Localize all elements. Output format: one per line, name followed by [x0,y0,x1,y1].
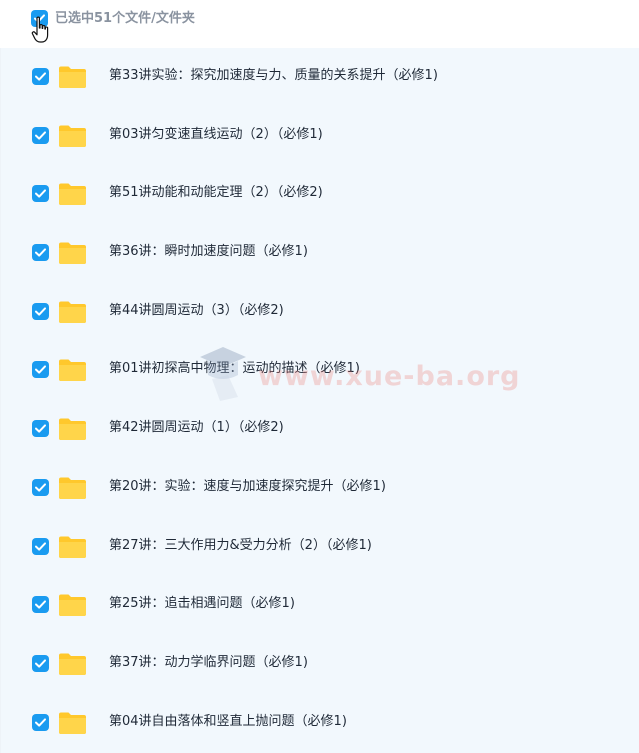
item-name[interactable]: 第33讲实验：探究加速度与力、质量的关系提升（必修1) [109,66,438,86]
file-list: 第33讲实验：探究加速度与力、质量的关系提升（必修1) 第03讲匀变速直线运动（… [0,48,639,753]
folder-icon [59,242,86,265]
item-checkbox[interactable] [32,537,49,555]
item-checkbox[interactable] [32,126,49,144]
folder-icon [59,301,86,323]
check-icon [35,600,46,609]
item-name[interactable]: 第42讲圆周运动（1）（必修2) [109,418,284,438]
item-name[interactable]: 第27讲：三大作用力&受力分析（2）（必修1) [109,536,372,556]
list-item[interactable]: 第20讲：实验：速度与加速度探究提升（必修1) [1,459,639,518]
item-name[interactable]: 第03讲匀变速直线运动（2）（必修1) [109,125,323,145]
selection-header: 已选中51个文件/文件夹 [0,0,639,48]
check-icon [35,307,46,316]
item-checkbox[interactable] [32,68,49,85]
list-item[interactable]: 第03讲匀变速直线运动（2）（必修1) [1,107,639,166]
check-icon [35,659,46,668]
list-item[interactable]: 第04讲自由落体和竖直上抛问题（必修1) [1,694,639,753]
item-checkbox[interactable] [32,478,49,496]
folder-icon [59,712,86,734]
list-item[interactable]: 第42讲圆周运动（1）（必修2) [1,400,639,459]
folder-icon [59,594,86,617]
item-name[interactable]: 第25讲：追击相遇问题（必修1) [109,594,295,614]
check-icon [35,72,46,81]
item-checkbox[interactable] [32,244,49,262]
selected-count-label: 已选中51个文件/文件夹 [55,11,195,26]
folder-icon [59,418,86,441]
folder-icon [59,183,86,206]
item-name[interactable]: 第36讲：瞬时加速度问题（必修1) [109,242,308,262]
item-checkbox[interactable] [32,302,49,320]
list-item[interactable]: 第33讲实验：探究加速度与力、质量的关系提升（必修1) [1,48,639,107]
check-icon [35,483,46,492]
check-icon [35,131,46,140]
item-name[interactable]: 第20讲：实验：速度与加速度探究提升（必修1) [109,477,386,497]
item-checkbox[interactable] [32,361,49,379]
item-name[interactable]: 第01讲初探高中物理：运动的描述（必修1) [109,359,360,379]
item-checkbox[interactable] [32,596,49,614]
check-icon [35,365,46,375]
item-checkbox[interactable] [32,420,49,438]
folder-icon [59,66,86,88]
list-item[interactable]: 第25讲：追击相遇问题（必修1) [1,576,639,635]
item-name[interactable]: 第51讲动能和动能定理（2）（必修2) [109,183,323,203]
item-name[interactable]: 第04讲自由落体和竖直上抛问题（必修1) [109,712,347,732]
item-checkbox[interactable] [32,654,49,672]
hand-pointer-icon [31,16,49,43]
check-icon [35,248,46,257]
item-name[interactable]: 第44讲圆周运动（3）（必修2) [109,301,284,321]
item-checkbox[interactable] [32,185,49,203]
list-item[interactable]: 第44讲圆周运动（3）（必修2) [1,283,639,342]
list-item[interactable]: 第51讲动能和动能定理（2）（必修2) [1,165,639,224]
check-icon [35,541,46,551]
folder-icon [59,359,86,382]
item-checkbox[interactable] [32,713,49,731]
item-name[interactable]: 第37讲：动力学临界问题（必修1) [109,653,308,673]
folder-icon [59,653,86,675]
list-item[interactable]: 第36讲：瞬时加速度问题（必修1) [1,224,639,283]
folder-icon [59,125,86,147]
list-item[interactable]: 第27讲：三大作用力&受力分析（2）（必修1) [1,518,639,577]
folder-icon [59,536,86,558]
list-item[interactable]: 第01讲初探高中物理：运动的描述（必修1) [1,341,639,400]
check-icon [35,424,46,433]
check-icon [35,717,46,727]
list-item[interactable]: 第37讲：动力学临界问题（必修1) [1,635,639,694]
folder-icon [59,477,86,499]
check-icon [35,189,46,198]
